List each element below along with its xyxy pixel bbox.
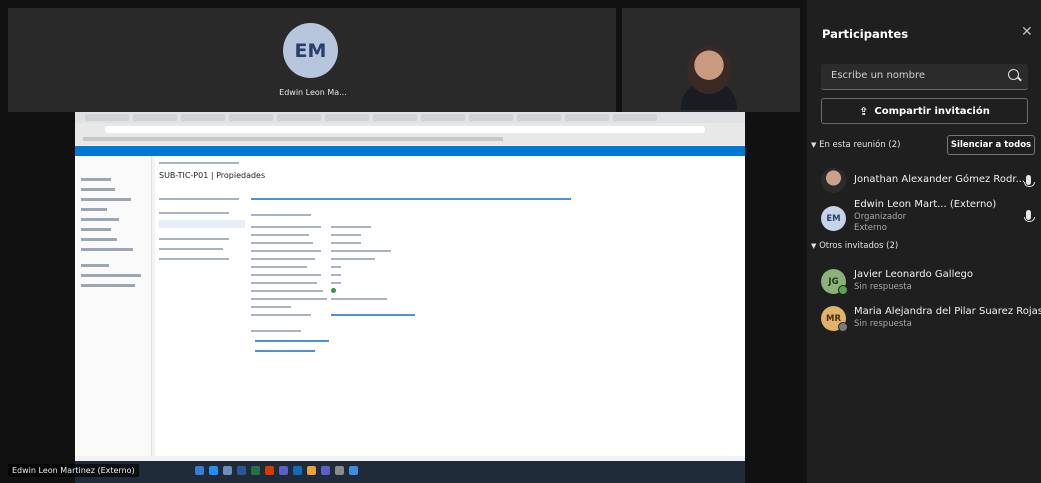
address-bar	[105, 126, 705, 133]
participant-role: Organizador	[854, 212, 907, 222]
others-label: Otros invitados (2)	[819, 241, 899, 251]
taskbar-icon	[335, 466, 344, 475]
participant-name: Jonathan Alexander Gómez Rodr...	[854, 174, 1026, 185]
taskbar-icon	[265, 466, 274, 475]
browser-tab	[613, 114, 657, 121]
search-input[interactable]: Escribe un nombre	[821, 64, 1028, 90]
browser-tab	[277, 114, 321, 121]
share-icon: ⇪	[859, 104, 869, 118]
search-icon	[1008, 69, 1019, 80]
browser-tab	[373, 114, 417, 121]
portal-left-nav	[75, 156, 152, 456]
invitee-name: Javier Leonardo Gallego	[854, 269, 973, 280]
status-dot	[838, 285, 848, 295]
taskbar-icon	[209, 466, 218, 475]
taskbar-icon	[237, 466, 246, 475]
browser-tab	[229, 114, 273, 121]
microphone-icon[interactable]	[1024, 210, 1035, 222]
close-icon[interactable]: ✕	[1021, 24, 1033, 40]
microphone-icon[interactable]	[1024, 175, 1035, 187]
invitee-status: Sin respuesta	[854, 282, 912, 292]
browser-tab	[517, 114, 561, 121]
invitee-status: Sin respuesta	[854, 319, 912, 329]
shared-screen: SUB-TIC-P01 | Propiedades	[75, 112, 745, 483]
browser-tab	[421, 114, 465, 121]
taskbar-icon	[349, 466, 358, 475]
taskbar-icon	[279, 466, 288, 475]
avatar: EM	[283, 23, 338, 78]
taskbar	[75, 461, 745, 483]
status-dot	[838, 322, 848, 332]
in-meeting-section-header[interactable]: ▼ En esta reunión (2)	[811, 140, 900, 150]
portal-header	[75, 146, 745, 156]
taskbar-icon	[195, 466, 204, 475]
browser-tab	[325, 114, 369, 121]
search-placeholder: Escribe un nombre	[831, 70, 926, 81]
share-invite-label: Compartir invitación	[874, 105, 990, 117]
invitee-row[interactable]: JG Javier Leonardo Gallego Sin respuesta	[821, 266, 1041, 296]
person-video-face	[687, 46, 731, 94]
mute-all-button[interactable]: Silenciar a todos	[947, 135, 1035, 155]
taskbar-icon	[321, 466, 330, 475]
invitee-row[interactable]: MR Maria Alejandra del Pilar Suarez Roja…	[821, 303, 1041, 333]
browser-tab	[469, 114, 513, 121]
bookmarks-bar	[83, 137, 503, 141]
avatar: EM	[821, 206, 846, 231]
participant-name: Edwin Leon Mart... (Externo)	[854, 199, 997, 210]
taskbar-icon	[223, 466, 232, 475]
browser-tab	[181, 114, 225, 121]
chevron-down-icon: ▼	[811, 242, 817, 250]
page-title: SUB-TIC-P01 | Propiedades	[159, 171, 266, 180]
chevron-down-icon: ▼	[811, 141, 817, 149]
presenter-name-label: Edwin Leon Martinez (Externo)	[8, 464, 139, 477]
participants-panel: Participantes ✕ Escribe un nombre ⇪ Comp…	[807, 0, 1041, 483]
taskbar-icon	[307, 466, 316, 475]
share-invite-button[interactable]: ⇪ Compartir invitación	[821, 98, 1028, 124]
others-section-header[interactable]: ▼ Otros invitados (2)	[811, 241, 898, 251]
panel-title: Participantes	[822, 27, 909, 41]
browser-tab	[133, 114, 177, 121]
tile-name: Edwin Leon Ma...	[279, 88, 347, 97]
browser-tab	[565, 114, 609, 121]
taskbar-icon	[251, 466, 260, 475]
invitee-name: Maria Alejandra del Pilar Suarez Rojas	[854, 306, 1041, 317]
portal-content	[155, 156, 745, 456]
in-meeting-label: En esta reunión (2)	[819, 140, 901, 150]
participant-row[interactable]: Jonathan Alexander Gómez Rodr...	[821, 166, 1035, 194]
avatar	[821, 168, 846, 193]
taskbar-icon	[293, 466, 302, 475]
browser-tabs	[75, 112, 745, 123]
browser-tab	[85, 114, 129, 121]
participant-row[interactable]: EM Edwin Leon Mart... (Externo) Organiza…	[821, 196, 1035, 236]
participant-sub: Externo	[854, 223, 887, 233]
